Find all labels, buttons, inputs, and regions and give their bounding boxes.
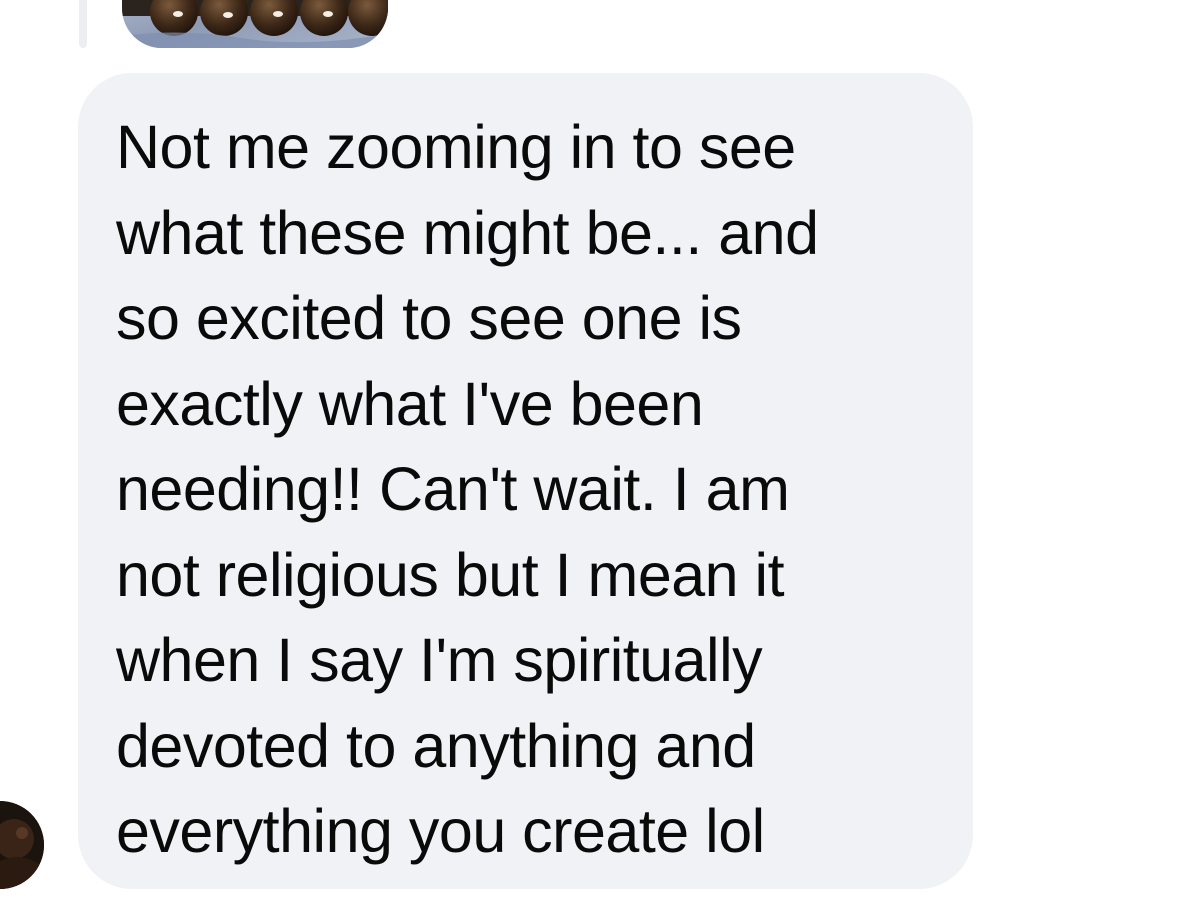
avatar-image [0, 801, 44, 889]
attachment-thumbnail[interactable] [122, 0, 388, 48]
message-text: Not me zooming in to see what these migh… [116, 113, 819, 865]
attachment-image [122, 0, 388, 48]
avatar-icon[interactable] [0, 801, 44, 889]
chat-screen: Not me zooming in to see what these migh… [0, 0, 1193, 921]
thread-line [79, 0, 87, 48]
message-bubble[interactable]: Not me zooming in to see what these migh… [78, 73, 973, 889]
